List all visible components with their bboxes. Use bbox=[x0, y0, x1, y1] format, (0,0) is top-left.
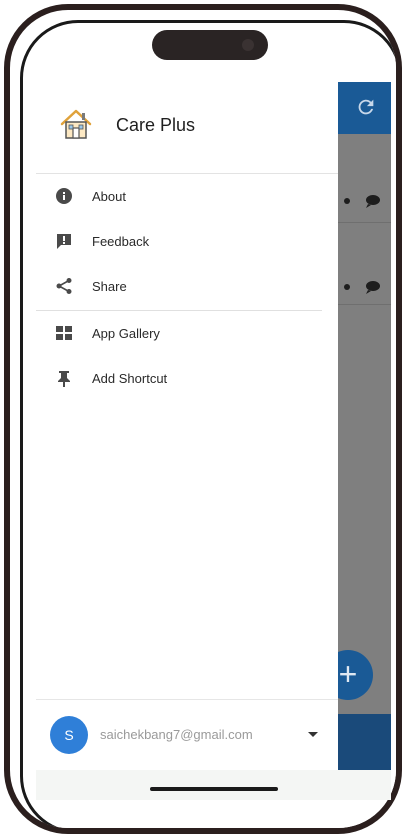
camera-icon bbox=[242, 39, 254, 51]
info-icon bbox=[54, 186, 74, 206]
list-item-icons[interactable] bbox=[341, 280, 381, 297]
menu-item-app-gallery[interactable]: App Gallery bbox=[36, 311, 338, 355]
drawer-header: Care Plus bbox=[36, 82, 338, 174]
avatar[interactable]: S bbox=[50, 715, 88, 754]
menu-item-add-shortcut[interactable]: Add Shortcut bbox=[36, 356, 338, 400]
pin-icon bbox=[54, 368, 74, 388]
menu-item-share[interactable]: Share bbox=[36, 264, 338, 308]
refresh-icon[interactable] bbox=[355, 96, 377, 118]
navigation-drawer: Care Plus About Feedback Share App Galle… bbox=[36, 82, 338, 800]
menu-label: Add Shortcut bbox=[92, 370, 168, 386]
system-navigation-area bbox=[36, 770, 391, 800]
menu-item-about[interactable]: About bbox=[36, 174, 338, 218]
home-indicator[interactable] bbox=[150, 787, 278, 791]
feedback-icon bbox=[54, 231, 74, 251]
menu-label: About bbox=[92, 188, 126, 204]
app-title: Care Plus bbox=[116, 115, 196, 135]
list-item-icons[interactable] bbox=[341, 194, 381, 211]
grid-icon bbox=[54, 323, 74, 343]
camera-notch bbox=[152, 30, 268, 60]
menu-item-feedback[interactable]: Feedback bbox=[36, 219, 338, 263]
account-switcher[interactable]: S saichekbang7@gmail.com bbox=[36, 699, 338, 769]
menu-label: Feedback bbox=[92, 233, 150, 249]
add-icon: + bbox=[338, 656, 358, 692]
menu-label: App Gallery bbox=[92, 325, 160, 341]
house-icon bbox=[58, 106, 94, 142]
share-icon bbox=[54, 276, 74, 296]
menu-label: Share bbox=[92, 278, 127, 294]
account-email: saichekbang7@gmail.com bbox=[100, 727, 253, 742]
caret-down-icon[interactable] bbox=[308, 732, 318, 737]
